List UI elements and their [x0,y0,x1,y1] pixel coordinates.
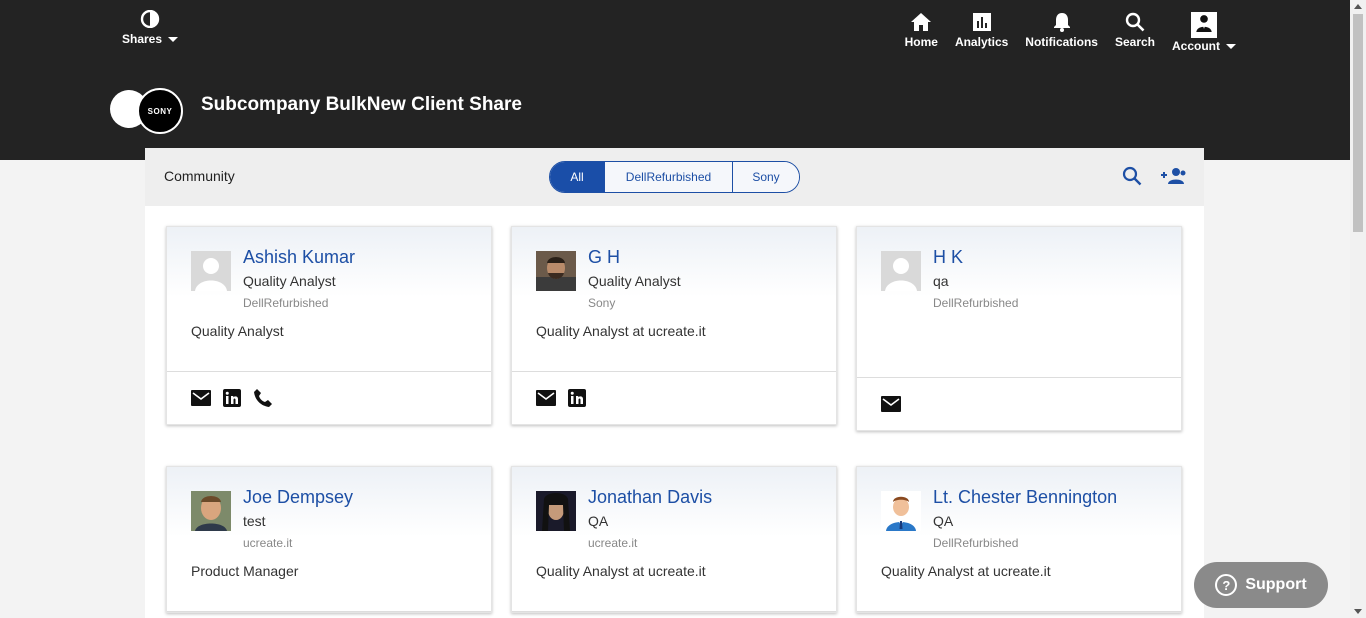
page-title: Subcompany BulkNew Client Share [201,94,522,115]
avatar [881,251,921,291]
support-label: Support [1245,576,1307,593]
nav-notifications[interactable]: Notifications [1025,12,1098,53]
nav-account[interactable]: Account [1172,12,1236,53]
linkedin-icon[interactable] [568,389,586,407]
search-icon[interactable] [1122,166,1142,186]
mail-icon[interactable] [536,390,556,406]
mail-icon[interactable] [881,396,901,412]
filter-sony[interactable]: Sony [732,162,799,192]
nav-home[interactable]: Home [905,12,938,53]
member-org: DellRefurbished [243,296,329,310]
community-title: Community [164,168,235,184]
member-name[interactable]: Ashish Kumar [243,247,355,268]
member-role: QA [933,513,954,529]
add-member-icon[interactable] [1160,166,1186,186]
nav-analytics[interactable]: Analytics [955,12,1008,53]
analytics-icon [972,13,991,31]
support-button[interactable]: ? Support [1194,562,1328,608]
member-bio: Quality Analyst at ucreate.it [536,563,706,579]
nav-search[interactable]: Search [1115,12,1155,53]
filter-dellrefurbished[interactable]: DellRefurbished [604,162,732,192]
chevron-down-icon [168,36,179,42]
bell-icon [1053,13,1070,32]
sony-logo: SONY [137,88,183,134]
member-card: G H Quality Analyst Sony Quality Analyst… [511,226,837,425]
member-role: QA [588,513,609,529]
member-role: Quality Analyst [243,273,336,289]
community-actions [1122,166,1186,186]
member-card: H K qa DellRefurbished [856,226,1182,431]
member-bio: Quality Analyst at ucreate.it [881,563,1051,579]
mail-icon[interactable] [191,390,211,406]
top-nav: Home Analytics Notifications Search Acco… [888,12,1236,53]
chevron-down-icon [1226,43,1236,49]
shares-logo-icon [140,10,160,28]
member-org: DellRefurbished [933,536,1019,550]
scroll-up-icon[interactable] [1354,4,1362,9]
filter-all[interactable]: All [550,162,604,192]
member-bio: Product Manager [191,563,299,579]
scrollbar[interactable] [1350,0,1366,618]
home-icon [911,13,932,31]
member-card: Lt. Chester Bennington QA DellRefurbishe… [856,466,1182,613]
help-icon: ? [1215,574,1238,596]
linkedin-icon[interactable] [223,389,241,407]
member-card: Ashish Kumar Quality Analyst DellRefurbi… [166,226,492,425]
avatar [191,251,231,291]
nav-notifications-label: Notifications [1025,35,1098,49]
member-name[interactable]: G H [588,247,620,268]
member-org: ucreate.it [243,536,293,550]
shares-label: Shares [121,32,163,46]
member-bio: Quality Analyst [191,323,284,339]
account-avatar [1191,12,1217,38]
member-role: test [243,513,266,529]
member-name[interactable]: Lt. Chester Bennington [933,487,1117,508]
member-name[interactable]: Joe Dempsey [243,487,353,508]
avatar [191,491,231,531]
shares-menu[interactable]: Shares [118,10,182,48]
avatar [536,251,576,291]
scroll-down-icon[interactable] [1354,609,1362,614]
avatar [536,491,576,531]
community-header: Community All DellRefurbished Sony [145,148,1204,206]
phone-icon[interactable] [253,388,273,408]
member-org: Sony [588,296,616,310]
member-org: DellRefurbished [933,296,1019,310]
member-name[interactable]: Jonathan Davis [588,487,712,508]
top-header: Shares Home Analytics Notifications Sear… [0,0,1350,160]
nav-analytics-label: Analytics [954,35,1009,49]
nav-search-label: Search [1114,35,1155,49]
member-role: Quality Analyst [588,273,681,289]
search-icon [1125,12,1145,32]
nav-account-label: Account [1172,39,1220,53]
member-card: Joe Dempsey test ucreate.it Product Mana… [166,466,492,613]
member-bio: Quality Analyst at ucreate.it [536,323,706,339]
member-card: Jonathan Davis QA ucreate.it Quality Ana… [511,466,837,613]
community-panel: Community All DellRefurbished Sony Ashis… [145,148,1204,618]
scroll-thumb[interactable] [1353,14,1363,232]
nav-home-label: Home [904,35,938,49]
member-org: ucreate.it [588,536,638,550]
avatar [881,491,921,531]
member-role: qa [933,273,949,289]
member-name[interactable]: H K [933,247,963,268]
community-filter: All DellRefurbished Sony [549,161,800,193]
